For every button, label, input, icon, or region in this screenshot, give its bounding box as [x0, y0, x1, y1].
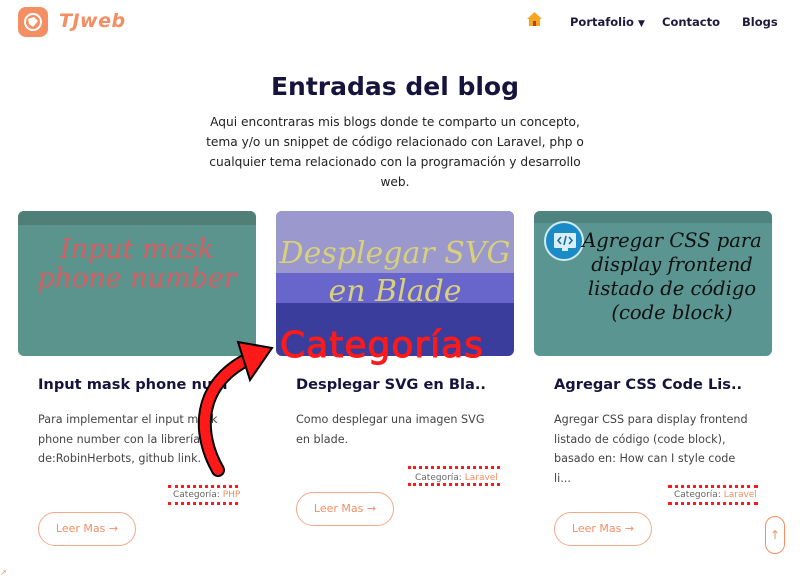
blog-card: Desplegar SVG en Blade Desplegar SVG en … — [276, 211, 514, 571]
blog-card-description: Como desplegar una imagen SVG en blade. — [296, 413, 485, 446]
arrow-right-icon: → — [624, 522, 635, 535]
arrow-up-icon: ↑ — [769, 528, 781, 542]
blog-card-description: Agregar CSS para display frontend listad… — [554, 413, 748, 485]
read-more-button[interactable]: Leer Mas → — [554, 512, 652, 546]
blog-thumbnail[interactable]: Agregar CSS para display frontend listad… — [534, 211, 772, 356]
nav-portafolio-label: Portafolio — [570, 15, 634, 29]
site-header: TJweb Portafolio ▼ Contacto Blogs — [0, 0, 800, 44]
scroll-to-top-button[interactable]: ↑ — [765, 516, 785, 554]
blog-card-category: Categoría: Laravel — [415, 473, 498, 483]
read-more-label: Leer Mas — [55, 522, 106, 535]
nav-portafolio[interactable]: Portafolio ▼ — [570, 15, 645, 29]
blog-thumbnail[interactable]: Input mask phone number — [18, 211, 256, 356]
blog-card: Agregar CSS para display frontend listad… — [534, 211, 772, 571]
category-label: Categoría: — [674, 490, 721, 500]
page-intro: Aqui encontraras mis blogs donde te comp… — [206, 115, 584, 189]
corner-mark-icon: ↗ — [0, 568, 7, 577]
blog-card-category: Categoría: Laravel — [674, 490, 757, 500]
thumbnail-text: Desplegar SVG en Blade — [279, 236, 511, 309]
logo-icon[interactable] — [18, 7, 48, 37]
category-value[interactable]: PHP — [223, 490, 241, 500]
category-value[interactable]: Laravel — [724, 490, 757, 500]
blog-card-category: Categoría: PHP — [173, 490, 240, 500]
thumbnail-text: Agregar CSS para display frontend listad… — [582, 229, 762, 324]
annotation-arrow-icon — [190, 340, 280, 484]
page-title: Entradas del blog — [270, 72, 520, 101]
arrow-right-icon: → — [108, 522, 119, 535]
blog-card-title[interactable]: Agregar CSS Code Lis.. — [554, 376, 764, 393]
read-more-button[interactable]: Leer Mas → — [296, 492, 394, 526]
home-icon[interactable] — [526, 11, 543, 31]
category-label: Categoría: — [173, 490, 220, 500]
thumbnail-band — [18, 211, 256, 225]
read-more-label: Leer Mas — [571, 522, 622, 535]
arrow-right-icon: → — [366, 502, 377, 515]
nav-blogs[interactable]: Blogs — [742, 15, 778, 29]
thumbnail-text: Input mask phone number — [37, 234, 237, 294]
nav-contacto[interactable]: Contacto — [662, 15, 720, 29]
category-value[interactable]: Laravel — [465, 473, 498, 483]
annotation-label: Categorías — [280, 325, 484, 367]
read-more-label: Leer Mas — [313, 502, 364, 515]
read-more-button[interactable]: Leer Mas → — [38, 512, 136, 546]
brand-name[interactable]: TJweb — [59, 10, 126, 32]
blog-card-title[interactable]: Desplegar SVG en Bla.. — [296, 376, 506, 393]
chevron-down-icon: ▼ — [637, 19, 645, 29]
category-label: Categoría: — [415, 473, 462, 483]
